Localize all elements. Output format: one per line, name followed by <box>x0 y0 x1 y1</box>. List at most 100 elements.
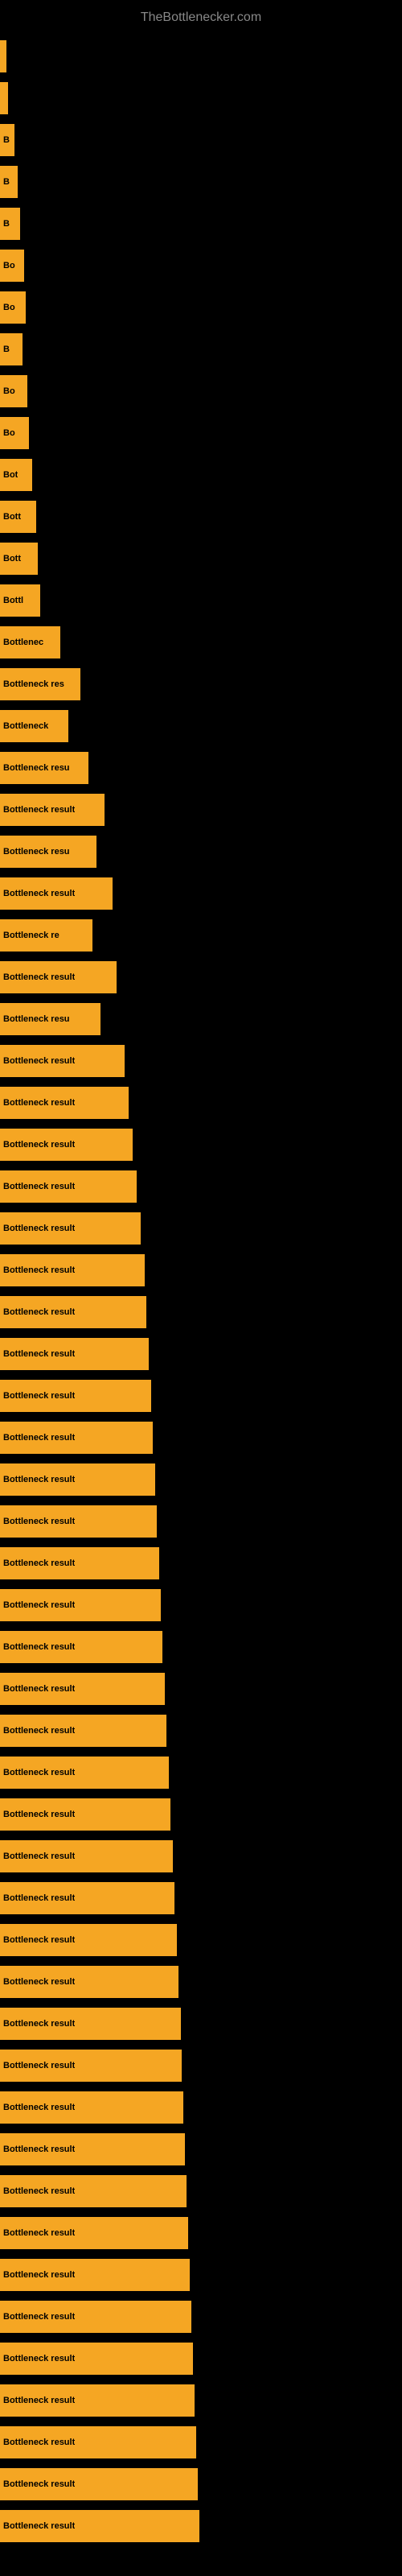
bar-row: Bo <box>0 367 402 409</box>
bar-label: Bottleneck result <box>3 1098 75 1108</box>
bar: Bottleneck result <box>0 877 113 910</box>
bar: Bottleneck result <box>0 1045 125 1077</box>
bar <box>0 40 6 72</box>
bar-row: Bottleneck result <box>0 953 402 995</box>
bar-row <box>0 32 402 74</box>
bar-row: Bottleneck result <box>0 2209 402 2251</box>
bar: Bott <box>0 501 36 533</box>
bar-row: Bott <box>0 493 402 535</box>
bar-row: Bottleneck result <box>0 2000 402 2041</box>
bar: Bottleneck resu <box>0 1003 100 1035</box>
bar-label: Bottleneck result <box>3 1517 75 1526</box>
bar: Bottleneck result <box>0 1715 166 1747</box>
bar-label: Bottleneck result <box>3 2103 75 2112</box>
bar: Bottleneck result <box>0 1338 149 1370</box>
bar: Bottleneck result <box>0 2468 198 2500</box>
bar: Bottleneck resu <box>0 752 88 784</box>
bar-label: Bottleneck result <box>3 2186 75 2196</box>
bar: Bottleneck <box>0 710 68 742</box>
bar-row: Bottleneck result <box>0 2334 402 2376</box>
bar: Bottleneck result <box>0 1212 141 1245</box>
bar-row: Bottleneck result <box>0 1665 402 1707</box>
bar: B <box>0 333 23 365</box>
bar: Bottleneck result <box>0 1798 170 1831</box>
bar: Bottleneck result <box>0 2510 199 2542</box>
bar-label: Bottleneck result <box>3 2396 75 2405</box>
bar-label: Bo <box>3 386 15 396</box>
bar-label: Bottleneck result <box>3 1684 75 1694</box>
bar: Bottleneck res <box>0 668 80 700</box>
site-title: TheBottlenecker.com <box>0 4 402 31</box>
bar-row: Bottleneck result <box>0 2376 402 2418</box>
bar-row: B <box>0 116 402 158</box>
bar: Bo <box>0 250 24 282</box>
bar-row: Bottleneck result <box>0 1623 402 1665</box>
bar-label: Bottleneck result <box>3 2019 75 2029</box>
bar-label: Bottleneck result <box>3 1726 75 1736</box>
bar-row: Bo <box>0 283 402 325</box>
bar-label: Bottleneck result <box>3 1852 75 1861</box>
bar-label: Bottleneck result <box>3 1935 75 1945</box>
bar-row: Bottleneck result <box>0 1372 402 1414</box>
bar-row: Bottleneck result <box>0 1288 402 1330</box>
bar-row: Bottleneck result <box>0 786 402 828</box>
bar-row: Bottleneck result <box>0 2083 402 2125</box>
bar-row: Bottleneck <box>0 702 402 744</box>
bar-row: Bottlenec <box>0 618 402 660</box>
bar-label: B <box>3 345 10 354</box>
bar-label: Bottleneck result <box>3 1600 75 1610</box>
bar-label: Bottleneck result <box>3 1558 75 1568</box>
bar-label: Bottleneck result <box>3 1642 75 1652</box>
bar-row: Bottleneck result <box>0 2502 402 2544</box>
bar: Bottleneck result <box>0 1296 146 1328</box>
bar-row: Bottleneck result <box>0 1330 402 1372</box>
bar: Bottleneck result <box>0 2259 190 2291</box>
bar-row: Bottleneck result <box>0 1748 402 1790</box>
bar: Bottleneck result <box>0 1254 145 1286</box>
bar-row: Bo <box>0 242 402 283</box>
bar-label: Bottleneck result <box>3 2438 75 2447</box>
bar: Bottlenec <box>0 626 60 658</box>
bar: Bottleneck result <box>0 1505 157 1538</box>
bar-row: Bottleneck result <box>0 1246 402 1288</box>
bar-row: Bottleneck result <box>0 2041 402 2083</box>
bar: Bottleneck result <box>0 2384 195 2417</box>
bar-label: B <box>3 135 10 145</box>
bar: Bottleneck result <box>0 1882 174 1914</box>
bar: Bottleneck re <box>0 919 92 952</box>
bar: Bottleneck result <box>0 1840 173 1872</box>
bar-row: Bottleneck result <box>0 1037 402 1079</box>
bar <box>0 82 8 114</box>
bar: B <box>0 166 18 198</box>
bar-label: Bot <box>3 470 18 480</box>
bar-row: Bottleneck result <box>0 1539 402 1581</box>
bar: Bo <box>0 291 26 324</box>
bar-row: Bottleneck result <box>0 1581 402 1623</box>
bar-label: Bottl <box>3 596 23 605</box>
bar-row: Bottleneck result <box>0 1455 402 1497</box>
bar-label: B <box>3 177 10 187</box>
bar: Bottleneck result <box>0 1087 129 1119</box>
bar-row: Bottleneck result <box>0 1497 402 1539</box>
bar: Bottleneck result <box>0 2343 193 2375</box>
bar-label: Bottlenec <box>3 638 43 647</box>
bar-row: Bottleneck re <box>0 911 402 953</box>
bar: Bo <box>0 417 29 449</box>
bar-label: Bottleneck <box>3 721 48 731</box>
bar-row: B <box>0 158 402 200</box>
bar: Bo <box>0 375 27 407</box>
bar: Bottleneck result <box>0 1422 153 1454</box>
bar-label: Bottleneck result <box>3 972 75 982</box>
bar-label: Bott <box>3 512 21 522</box>
bar-row: Bottleneck result <box>0 2251 402 2293</box>
bar-label: Bottleneck result <box>3 805 75 815</box>
bar-label: Bottleneck resu <box>3 1014 70 1024</box>
bar-row: Bottleneck result <box>0 1790 402 1832</box>
bar-label: Bottleneck result <box>3 1810 75 1819</box>
bar-label: Bo <box>3 261 15 270</box>
bar: Bottleneck result <box>0 1757 169 1789</box>
bar-row: Bottleneck result <box>0 1874 402 1916</box>
bar-label: Bottleneck resu <box>3 763 70 773</box>
bar-label: Bottleneck result <box>3 1768 75 1777</box>
bar-label: Bottleneck result <box>3 1224 75 1233</box>
